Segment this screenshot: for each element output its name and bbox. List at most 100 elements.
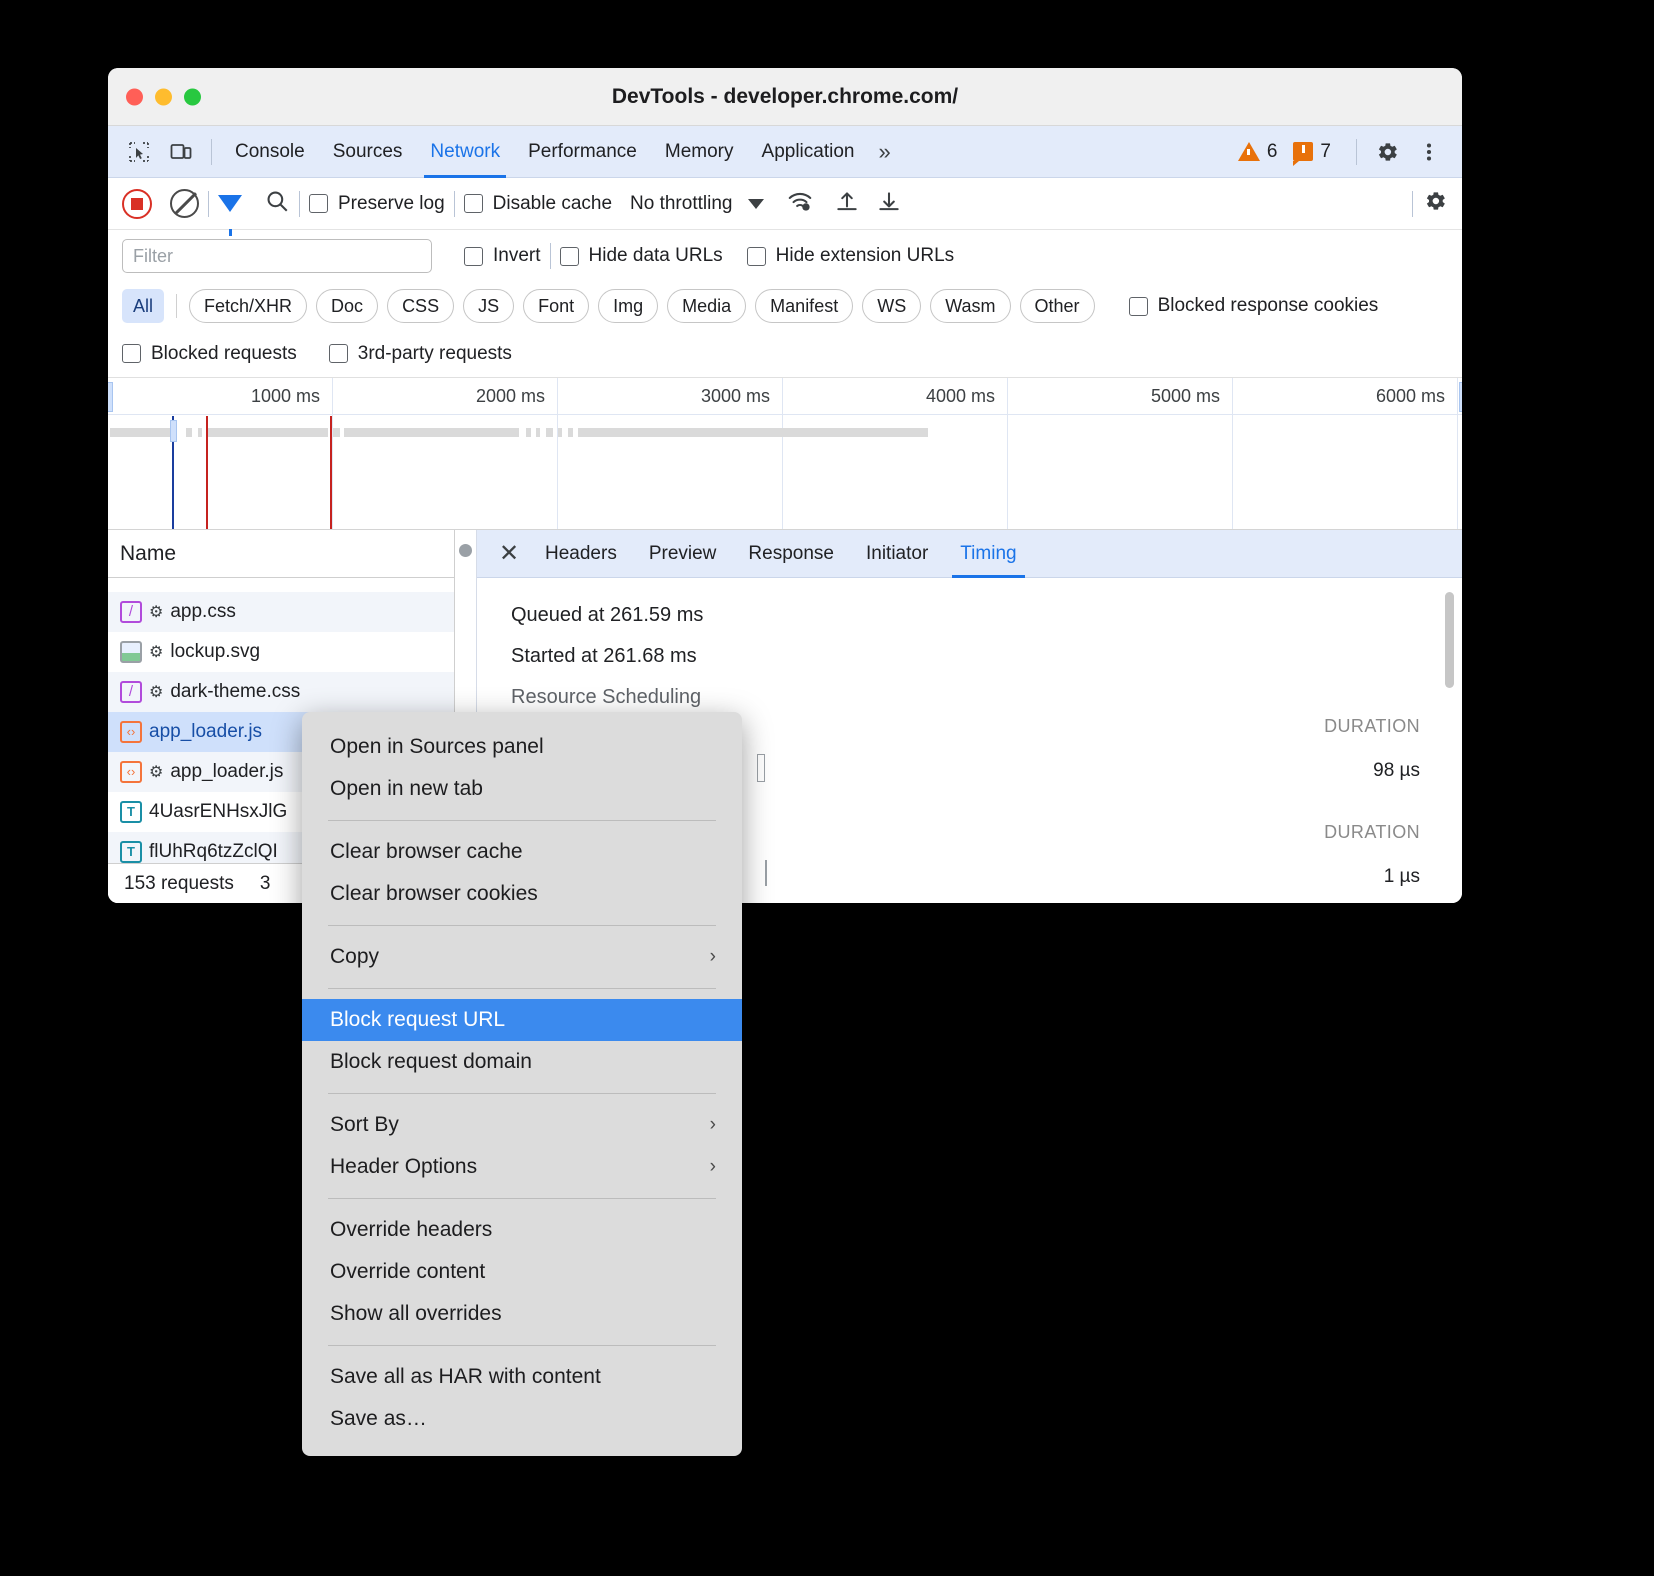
chip-fetch-xhr[interactable]: Fetch/XHR	[189, 289, 307, 323]
menu-item-override-content[interactable]: Override content	[302, 1251, 742, 1293]
menu-item-clear-browser-cache[interactable]: Clear browser cache	[302, 831, 742, 873]
checkbox-box	[747, 247, 766, 266]
warning-badge[interactable]: 6	[1238, 141, 1278, 163]
chip-manifest[interactable]: Manifest	[755, 289, 853, 323]
menu-item-header-options[interactable]: Header Options ›	[302, 1146, 742, 1188]
third-party-requests-checkbox[interactable]: 3rd-party requests	[329, 343, 512, 365]
tab-timing[interactable]: Timing	[944, 530, 1032, 578]
tab-preview[interactable]: Preview	[633, 530, 733, 578]
column-header-name[interactable]: Name	[108, 530, 454, 578]
menu-item-override-headers[interactable]: Override headers	[302, 1209, 742, 1251]
record-button[interactable]	[122, 189, 152, 219]
overview-right-handle[interactable]	[1459, 382, 1462, 412]
network-toolbar: Preserve log Disable cache No throttling	[108, 178, 1462, 230]
menu-item-block-request-domain[interactable]: Block request domain	[302, 1041, 742, 1083]
device-toolbar-icon[interactable]	[163, 134, 199, 170]
duration-header-2: DURATION	[1324, 822, 1420, 843]
overview-request-band	[344, 428, 519, 437]
settings-gear-icon[interactable]	[1369, 134, 1405, 170]
export-har-icon[interactable]	[876, 188, 902, 219]
chip-media[interactable]: Media	[667, 289, 746, 323]
chip-ws[interactable]: WS	[862, 289, 921, 323]
import-har-icon[interactable]	[834, 188, 860, 219]
checkbox-box	[464, 194, 483, 213]
menu-separator	[328, 1198, 716, 1199]
more-options-icon[interactable]	[1411, 134, 1447, 170]
blocked-requests-checkbox[interactable]: Blocked requests	[122, 343, 297, 365]
tab-application[interactable]: Application	[748, 126, 869, 178]
tab-initiator[interactable]: Initiator	[850, 530, 944, 578]
chip-img[interactable]: Img	[598, 289, 658, 323]
resource-type-filters: All Fetch/XHR Doc CSS JS Font Img Media …	[108, 282, 1462, 330]
menu-item-label: Override content	[330, 1260, 485, 1284]
hide-extension-urls-checkbox[interactable]: Hide extension URLs	[747, 245, 954, 267]
chip-css[interactable]: CSS	[387, 289, 454, 323]
menu-item-copy[interactable]: Copy ›	[302, 936, 742, 978]
request-name: dark-theme.css	[170, 681, 300, 703]
overview-left-handle[interactable]	[108, 382, 113, 412]
tab-performance[interactable]: Performance	[514, 126, 651, 178]
menu-item-save-as[interactable]: Save as…	[302, 1398, 742, 1440]
close-icon[interactable]: ✕	[489, 539, 529, 568]
menu-item-label: Open in new tab	[330, 777, 483, 801]
detail-scrollbar[interactable]	[1445, 592, 1454, 688]
table-row[interactable]: ⚙ app.css	[108, 592, 454, 632]
menu-item-open-in-sources-panel[interactable]: Open in Sources panel	[302, 726, 742, 768]
filter-input[interactable]: Filter	[122, 239, 432, 273]
request-name: 4UasrENHsxJlG	[149, 801, 287, 823]
clear-requests-icon[interactable]	[170, 189, 199, 218]
chip-other[interactable]: Other	[1020, 289, 1095, 323]
chip-all[interactable]: All	[122, 289, 164, 323]
chevron-down-icon[interactable]	[748, 199, 764, 209]
hide-data-urls-checkbox[interactable]: Hide data URLs	[560, 245, 723, 267]
menu-item-label: Show all overrides	[330, 1302, 502, 1326]
tab-response[interactable]: Response	[732, 530, 850, 578]
menu-separator	[328, 988, 716, 989]
gear-icon: ⚙	[149, 682, 163, 702]
tab-sources[interactable]: Sources	[319, 126, 417, 178]
disable-cache-label: Disable cache	[493, 193, 612, 215]
chip-font[interactable]: Font	[523, 289, 589, 323]
search-icon[interactable]	[264, 188, 290, 219]
overview-header-rule	[108, 414, 1462, 415]
menu-separator	[328, 925, 716, 926]
tab-memory[interactable]: Memory	[651, 126, 748, 178]
gear-icon: ⚙	[149, 602, 163, 622]
disable-cache-checkbox[interactable]: Disable cache	[464, 193, 612, 215]
table-row[interactable]: ⚙ dark-theme.css	[108, 672, 454, 712]
wifi-throttle-icon[interactable]	[786, 188, 814, 219]
menu-item-show-all-overrides[interactable]: Show all overrides	[302, 1293, 742, 1335]
menu-item-save-all-as-har-with-content[interactable]: Save all as HAR with content	[302, 1356, 742, 1398]
overview-request-band	[536, 428, 540, 437]
gear-icon: ⚙	[149, 642, 163, 662]
blocked-response-cookies-checkbox[interactable]: Blocked response cookies	[1129, 295, 1379, 317]
menu-item-open-in-new-tab[interactable]: Open in new tab	[302, 768, 742, 810]
inspect-element-icon[interactable]	[121, 134, 157, 170]
network-overview-timeline[interactable]: 1000 ms 2000 ms 3000 ms 4000 ms 5000 ms …	[108, 378, 1462, 530]
js-file-icon	[120, 761, 142, 783]
more-tabs-chevron-icon[interactable]: »	[868, 126, 900, 178]
tab-console[interactable]: Console	[221, 126, 319, 178]
menu-item-sort-by[interactable]: Sort By ›	[302, 1104, 742, 1146]
error-badge[interactable]: 7	[1293, 141, 1331, 163]
timing-bar-1	[757, 754, 765, 782]
menu-item-label: Clear browser cookies	[330, 882, 538, 906]
throttling-select[interactable]: No throttling	[630, 193, 732, 215]
tab-headers[interactable]: Headers	[529, 530, 633, 578]
tab-network[interactable]: Network	[416, 126, 514, 178]
table-row[interactable]: ⚙ lockup.svg	[108, 632, 454, 672]
chip-wasm[interactable]: Wasm	[930, 289, 1010, 323]
menu-item-block-request-url[interactable]: Block request URL	[302, 999, 742, 1041]
filter-toggle-icon[interactable]	[218, 195, 242, 212]
preserve-log-checkbox[interactable]: Preserve log	[309, 193, 445, 215]
transferred-size: 3	[260, 873, 271, 895]
request-name: app.css	[170, 601, 235, 623]
chip-js[interactable]: JS	[463, 289, 514, 323]
menu-item-label: Override headers	[330, 1218, 492, 1242]
overview-request-band	[558, 428, 562, 437]
invert-checkbox[interactable]: Invert	[464, 245, 541, 267]
chip-doc[interactable]: Doc	[316, 289, 378, 323]
menu-item-clear-browser-cookies[interactable]: Clear browser cookies	[302, 873, 742, 915]
timing-body: Queued at 261.59 ms Started at 261.68 ms…	[477, 578, 1462, 709]
network-settings-gear-icon[interactable]	[1422, 188, 1448, 219]
